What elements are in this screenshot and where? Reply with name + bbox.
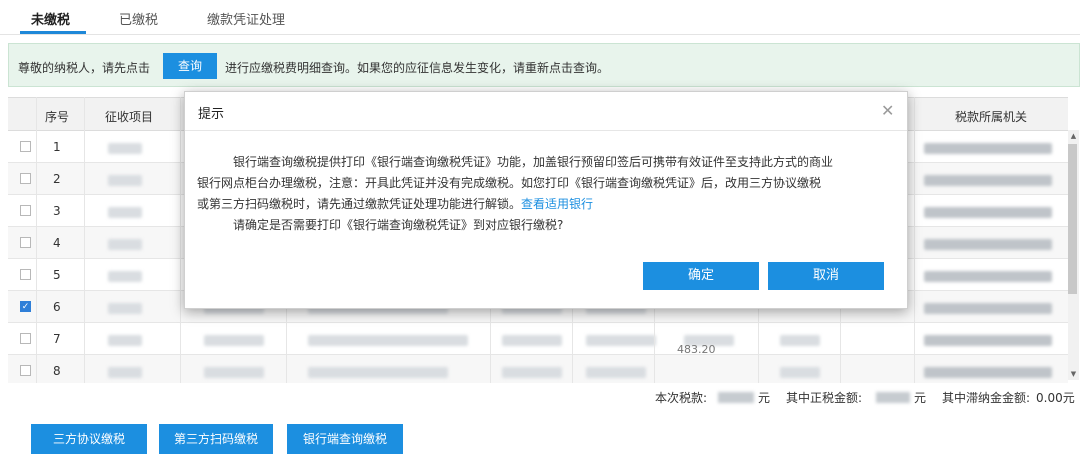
query-button[interactable]: 查询 <box>163 53 217 79</box>
redacted-cell <box>924 239 1052 250</box>
redacted-cell <box>204 335 264 346</box>
principal-label: 其中正税金额: <box>786 391 863 405</box>
row-number: 2 <box>53 172 61 186</box>
row-number: 5 <box>53 268 61 282</box>
scroll-thumb[interactable] <box>1068 144 1077 294</box>
row-number: 1 <box>53 140 61 154</box>
tab-paid[interactable]: 已缴税 <box>119 9 158 28</box>
row-number: 4 <box>53 236 61 250</box>
scroll-down-icon[interactable]: ▼ <box>1068 368 1079 380</box>
redacted-cell <box>924 175 1052 186</box>
table-row[interactable]: 8 <box>8 355 1068 383</box>
redacted-cell <box>108 143 142 154</box>
notice-bar: 尊敬的纳税人，请先点击 查询 进行应缴税费明细查询。如果您的应征信息发生变化，请… <box>8 43 1080 87</box>
bank-counter-pay-button[interactable]: 银行端查询缴税 <box>287 424 403 454</box>
row-number: 7 <box>53 332 61 346</box>
redacted-cell <box>108 367 142 378</box>
redacted-cell <box>308 367 448 378</box>
row-checkbox[interactable] <box>20 269 31 280</box>
dialog-header: 提示 ✕ <box>185 92 907 131</box>
column-divider <box>84 97 85 383</box>
column-divider <box>180 97 181 383</box>
redacted-cell <box>924 207 1052 218</box>
row-number: 6 <box>53 300 61 314</box>
redacted-cell <box>108 239 142 250</box>
redacted-cell <box>586 335 656 346</box>
row-checkbox[interactable] <box>20 237 31 248</box>
redacted-cell <box>108 303 142 314</box>
notice-suffix: 进行应缴税费明细查询。如果您的应征信息发生变化，请重新点击查询。 <box>225 61 610 75</box>
scroll-up-icon[interactable]: ▲ <box>1068 130 1079 142</box>
late-fee-value: 0.00元 <box>1036 391 1075 405</box>
tax-total-unit: 元 <box>758 391 771 405</box>
row-checkbox[interactable] <box>20 333 31 344</box>
tab-unpaid[interactable]: 未缴税 <box>31 9 70 28</box>
header-tax-authority: 税款所属机关 <box>955 110 1028 124</box>
confirm-button[interactable]: 确定 <box>643 262 759 290</box>
principal-unit: 元 <box>914 391 927 405</box>
dialog-text-line: 银行端查询缴税提供打印《银行端查询缴税凭证》功能，加盖银行预留印签后可携带有效证… <box>233 155 834 169</box>
header-collection-item: 征收项目 <box>105 110 154 124</box>
redacted-cell <box>924 367 1052 378</box>
redacted-cell <box>502 335 562 346</box>
redacted-cell <box>108 175 142 186</box>
redacted-cell <box>780 335 820 346</box>
cancel-button[interactable]: 取消 <box>768 262 884 290</box>
table-row[interactable]: 7 <box>8 323 1068 355</box>
active-tab-indicator <box>20 31 86 34</box>
row-number: 8 <box>53 364 61 378</box>
notice-prefix: 尊敬的纳税人，请先点击 <box>18 61 151 75</box>
redacted-cell <box>924 143 1052 154</box>
row-checkbox[interactable] <box>20 173 31 184</box>
redacted-cell <box>780 367 820 378</box>
redacted-cell <box>108 207 142 218</box>
row-checkbox[interactable] <box>20 365 31 376</box>
column-divider <box>36 97 37 383</box>
tab-bar: 未缴税 已缴税 缴款凭证处理 <box>0 0 1080 35</box>
redacted-cell <box>924 303 1052 314</box>
redacted-cell <box>502 367 562 378</box>
dialog-question: 请确定是否需要打印《银行端查询缴税凭证》到对应银行缴税? <box>233 218 564 232</box>
redacted-value <box>718 392 754 403</box>
row-8-amount: 483.20 <box>677 343 716 356</box>
redacted-cell <box>308 335 468 346</box>
row-number: 3 <box>53 204 61 218</box>
redacted-cell <box>108 335 142 346</box>
redacted-cell <box>108 271 142 282</box>
redacted-cell <box>924 271 1052 282</box>
scan-pay-button[interactable]: 第三方扫码缴税 <box>159 424 273 454</box>
row-checkbox-checked[interactable]: ✓ <box>20 301 31 312</box>
dialog-body: 银行端查询缴税提供打印《银行端查询缴税凭证》功能，加盖银行预留印签后可携带有效证… <box>197 152 897 236</box>
redacted-cell <box>204 367 264 378</box>
three-party-pay-button[interactable]: 三方协议缴税 <box>31 424 147 454</box>
dialog-title: 提示 <box>198 107 225 122</box>
row-checkbox[interactable] <box>20 205 31 216</box>
close-icon[interactable]: ✕ <box>881 101 894 120</box>
dialog-text-line: 或第三方扫码缴税时，请先通过缴款凭证处理功能进行解锁。查看适用银行 <box>197 197 594 211</box>
redacted-cell <box>924 335 1052 346</box>
late-fee-label: 其中滞纳金金额: <box>942 391 1031 405</box>
redacted-cell <box>586 367 646 378</box>
header-number: 序号 <box>45 110 70 124</box>
tax-total-label: 本次税款: <box>655 391 708 405</box>
applicable-banks-link[interactable]: 查看适用银行 <box>521 197 593 211</box>
column-divider <box>914 97 915 383</box>
table-scrollbar[interactable]: ▲ ▼ <box>1068 130 1079 380</box>
tab-voucher-processing[interactable]: 缴款凭证处理 <box>207 9 285 28</box>
confirm-dialog: 提示 ✕ 银行端查询缴税提供打印《银行端查询缴税凭证》功能，加盖银行预留印签后可… <box>184 91 908 309</box>
dialog-text-line: 银行网点柜台办理缴税，注意：开具此凭证并没有完成缴税。如您打印《银行端查询缴税凭… <box>197 176 822 190</box>
row-checkbox[interactable] <box>20 141 31 152</box>
redacted-value <box>876 392 910 403</box>
